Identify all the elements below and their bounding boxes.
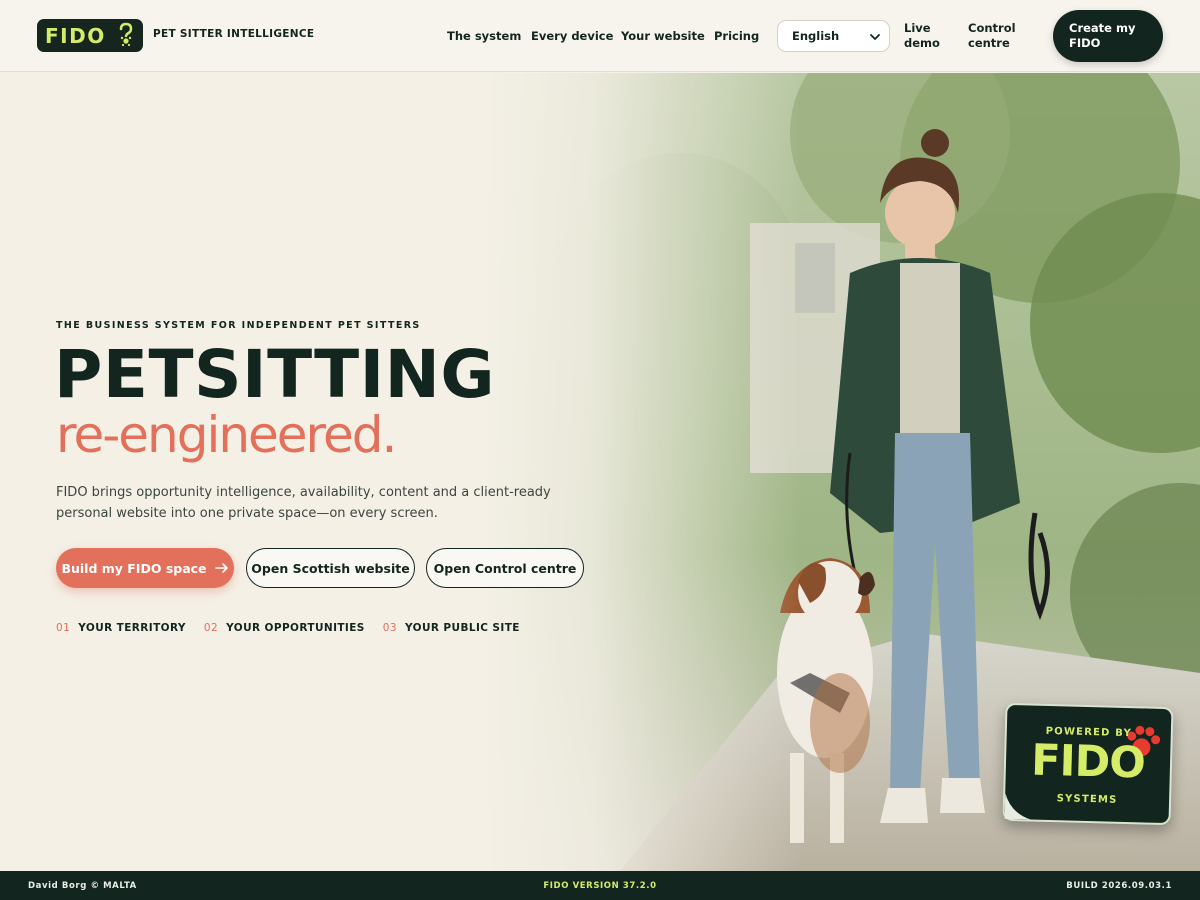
hero-eyebrow: THE BUSINESS SYSTEM FOR INDEPENDENT PET …: [56, 320, 421, 331]
footer-version: FIDO VERSION 37.2.0: [543, 881, 657, 891]
nav-live-demo[interactable]: Live demo: [904, 21, 964, 51]
hero-subhead: re-engineered.: [56, 406, 397, 464]
nav-control-centre[interactable]: Control centre: [968, 21, 1028, 51]
footer-build: BUILD 2026.09.03.1: [1066, 881, 1172, 891]
hero-lede: FIDO brings opportunity intelligence, av…: [56, 485, 551, 521]
language-select[interactable]: English: [777, 20, 890, 52]
badge-main-text: FIDO: [1030, 735, 1146, 789]
control-centre-line2: centre: [968, 36, 1010, 50]
nav-the-system[interactable]: The system: [447, 29, 521, 43]
step-opportunities: 02 YOUR OPPORTUNITIES: [204, 622, 365, 634]
chevron-down-icon: [870, 34, 880, 41]
step-territory: 01 YOUR TERRITORY: [56, 622, 186, 634]
step-label: YOUR TERRITORY: [78, 622, 186, 634]
tagline: PET SITTER INTELLIGENCE: [153, 28, 315, 40]
cta-line2: FIDO: [1069, 36, 1101, 50]
build-my-fido-space-button[interactable]: Build my FIDO space: [56, 548, 234, 588]
language-value: English: [792, 29, 840, 43]
cta-line1: Create my: [1069, 21, 1136, 35]
logo[interactable]: FIDO: [37, 19, 143, 52]
create-my-fido-button[interactable]: Create my FIDO: [1053, 10, 1163, 62]
nav-your-website[interactable]: Your website: [621, 29, 705, 43]
step-label: YOUR PUBLIC SITE: [405, 622, 520, 634]
logo-text: FIDO: [45, 23, 106, 48]
hero-section: THE BUSINESS SYSTEM FOR INDEPENDENT PET …: [0, 73, 1200, 871]
steps-list: 01 YOUR TERRITORY 02 YOUR OPPORTUNITIES …: [56, 622, 538, 634]
photo-fade-overlay: [480, 73, 800, 871]
build-button-label: Build my FIDO space: [61, 560, 207, 576]
open-control-centre-button[interactable]: Open Control centre: [426, 548, 584, 588]
hero-headline: PETSITTING: [54, 336, 496, 413]
arrow-right-icon: [214, 563, 228, 573]
step-number: 01: [56, 622, 71, 634]
step-label: YOUR OPPORTUNITIES: [226, 622, 365, 634]
step-public-site: 03 YOUR PUBLIC SITE: [383, 622, 520, 634]
paw-question-icon: [119, 22, 133, 47]
control-centre-line1: Control: [968, 21, 1016, 35]
step-number: 03: [382, 622, 397, 634]
site-footer: David Borg © MALTA FIDO VERSION 37.2.0 B…: [0, 871, 1200, 900]
powered-by-fido-badge[interactable]: POWERED BY FIDO SYSTEMS: [1002, 702, 1174, 826]
page-curl: [1004, 792, 1031, 820]
site-header: FIDO PET SITTER INTELLIGENCE The system …: [0, 0, 1200, 72]
step-number: 02: [203, 622, 219, 634]
nav-pricing[interactable]: Pricing: [714, 29, 759, 43]
open-scottish-website-button[interactable]: Open Scottish website: [246, 548, 415, 588]
live-demo-line1: Live: [904, 21, 931, 35]
nav-every-device[interactable]: Every device: [531, 29, 613, 43]
live-demo-line2: demo: [904, 36, 940, 50]
